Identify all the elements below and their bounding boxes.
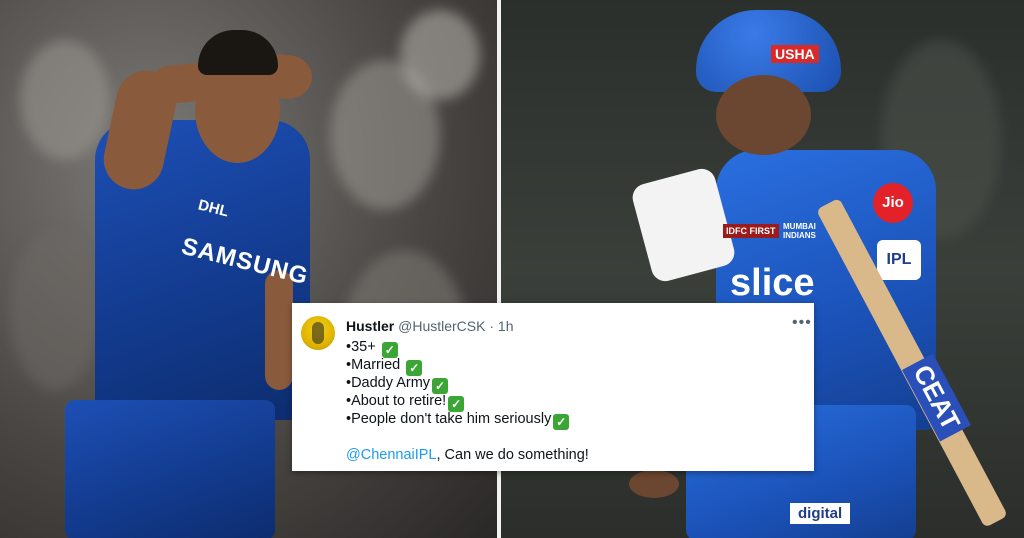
tweet-header: Hustler @HustlerCSK · 1h (346, 317, 514, 335)
tweet-line: •People don't take him seriously ✓ (346, 410, 570, 430)
ipl-badge: IPL (877, 240, 921, 280)
batter-face (716, 75, 811, 155)
author-handle[interactable]: @HustlerCSK (398, 318, 485, 334)
tweet-line: •Married ✓ (346, 356, 423, 376)
helmet-sponsor: USHA (771, 45, 819, 63)
tweet-line: •About to retire! ✓ (346, 392, 465, 412)
avatar[interactable] (301, 316, 335, 350)
idfc-sponsor: IDFC FIRST (723, 224, 779, 238)
author-name[interactable]: Hustler (346, 318, 394, 334)
tweet-time[interactable]: 1h (498, 318, 514, 334)
check-mark-icon: ✓ (553, 414, 570, 430)
lower-sponsor: digital (790, 503, 851, 524)
tweet-line: •35+ ✓ (346, 338, 398, 358)
chest-sponsor: slice (730, 262, 815, 304)
tweet-reply-line: @ChennaiIPL, Can we do something! (346, 447, 589, 463)
more-horizontal-icon[interactable]: ••• (792, 314, 812, 332)
mention-link[interactable]: @ChennaiIPL (346, 447, 437, 463)
jio-badge: Jio (873, 183, 913, 223)
tweet-line: •Daddy Army ✓ (346, 374, 449, 394)
separator-dot: · (489, 318, 495, 334)
